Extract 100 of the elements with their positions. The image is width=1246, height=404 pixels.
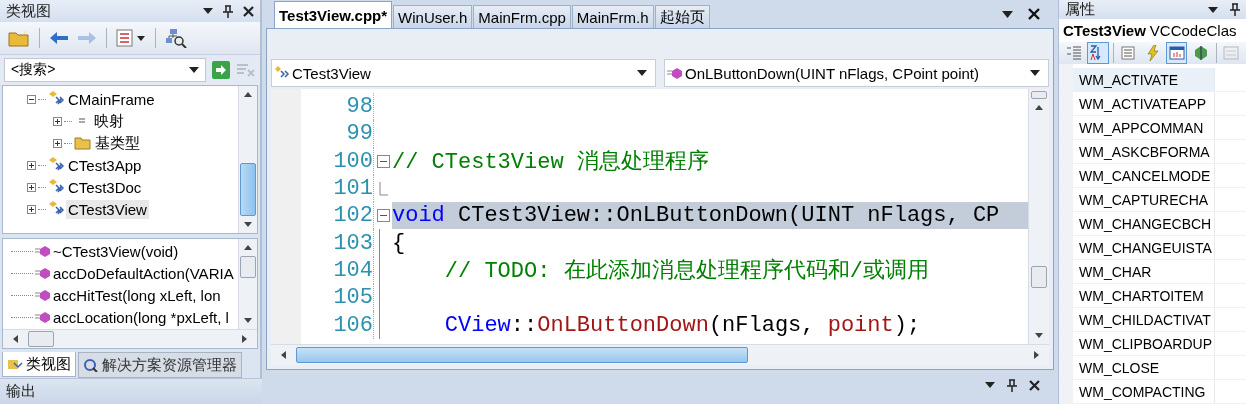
tree-item[interactable]: 映射 — [92, 110, 126, 132]
line-number: 103 — [332, 230, 373, 256]
scroll-thumb[interactable] — [296, 347, 748, 363]
tree-item[interactable]: CTest3View — [66, 199, 149, 219]
scrollbar[interactable] — [3, 329, 257, 348]
scroll-down-arrow-icon[interactable] — [1035, 333, 1043, 338]
dropdown-icon[interactable] — [1002, 10, 1013, 18]
scroll-thumb[interactable] — [1031, 266, 1047, 288]
scroll-left-arrow-icon[interactable] — [281, 351, 286, 359]
expand-icon[interactable] — [53, 116, 62, 126]
expand-icon[interactable] — [27, 160, 36, 170]
pin-icon[interactable] — [1230, 3, 1240, 16]
message-item[interactable]: WM_COMPACTING — [1073, 380, 1215, 403]
list-dropdown-icon[interactable] — [116, 29, 146, 47]
pin-icon[interactable] — [1007, 378, 1017, 392]
message-item[interactable]: WM_CHARTOITEM — [1073, 284, 1215, 307]
close-icon[interactable] — [1028, 8, 1040, 20]
dropdown-icon[interactable] — [637, 70, 647, 76]
scroll-thumb[interactable] — [240, 256, 256, 278]
scroll-down-arrow-icon[interactable] — [244, 318, 252, 323]
back-arrow-icon[interactable] — [49, 31, 69, 45]
code-line: // CTest3View 消息处理程序 — [392, 148, 710, 175]
tree-connector-line — [11, 316, 33, 318]
sort-alpha-icon[interactable] — [1087, 42, 1109, 64]
member-item[interactable]: accLocation(long *pxLeft, l — [53, 308, 229, 326]
scroll-up-arrow-icon[interactable] — [244, 245, 252, 250]
message-item[interactable]: WM_ACTIVATE — [1073, 68, 1215, 91]
document-tab[interactable]: MainFrm.h — [571, 5, 654, 28]
document-tab[interactable]: 起始页 — [654, 5, 710, 28]
collapse-icon[interactable] — [376, 209, 390, 223]
class-icon — [48, 91, 64, 107]
message-item[interactable]: WM_CHANGEUISTA — [1073, 236, 1215, 259]
dropdown-icon[interactable] — [189, 67, 199, 73]
tree-item[interactable]: CTest3Doc — [66, 177, 144, 197]
scroll-right-arrow-icon[interactable] — [1034, 351, 1039, 359]
method-icon — [35, 311, 51, 323]
message-item[interactable]: WM_CLOSE — [1073, 356, 1215, 379]
scroll-up-arrow-icon[interactable] — [1035, 105, 1043, 110]
member-item[interactable]: ~CTest3View(void) — [53, 242, 179, 260]
tree-item[interactable]: CMainFrame — [66, 89, 157, 109]
close-icon[interactable] — [1029, 379, 1040, 391]
expand-icon[interactable] — [53, 138, 62, 148]
class-dropdown[interactable]: CTest3View — [271, 59, 656, 87]
message-item[interactable]: WM_CANCELMODE — [1073, 164, 1215, 187]
scroll-up-arrow-icon[interactable] — [244, 92, 252, 97]
class-icon — [48, 201, 64, 217]
dropdown-icon[interactable] — [1208, 6, 1218, 13]
tree-connector-line — [38, 186, 46, 188]
class-view-icon — [7, 357, 23, 371]
scrollbar[interactable] — [271, 344, 1049, 365]
member-item[interactable]: accDoDefaultAction(VARIA — [53, 264, 234, 282]
search-field[interactable]: <搜索> — [4, 58, 206, 82]
message-item[interactable]: WM_CHILDACTIVAT — [1073, 308, 1215, 331]
collapse-icon[interactable] — [376, 154, 390, 168]
expand-icon[interactable] — [27, 204, 36, 214]
tree-item[interactable]: CTest3App — [66, 155, 144, 175]
class-diagram-icon[interactable] — [165, 28, 187, 48]
dropdown-icon[interactable] — [985, 382, 995, 388]
message-item[interactable]: WM_ACTIVATEAPP — [1073, 92, 1215, 115]
member-dropdown[interactable]: OnLButtonDown(UINT nFlags, CPoint point) — [664, 59, 1049, 87]
scrollbar[interactable] — [238, 239, 257, 329]
message-item[interactable]: WM_CHAR — [1073, 260, 1215, 283]
tree-item[interactable]: 基类型 — [93, 132, 142, 154]
member-item[interactable]: accHitTest(long xLeft, lon — [53, 286, 221, 304]
message-item[interactable]: WM_CAPTURECHA — [1073, 188, 1215, 211]
close-icon[interactable] — [243, 5, 254, 17]
message-item[interactable]: WM_CLIPBOARDUP — [1073, 332, 1215, 355]
dropdown-icon[interactable] — [1030, 70, 1040, 76]
pin-icon[interactable] — [223, 4, 233, 18]
object-type: VCCodeClas — [1149, 22, 1237, 39]
scrollbar[interactable] — [1028, 89, 1049, 344]
expand-icon[interactable] — [27, 182, 36, 192]
window-icon[interactable] — [1166, 42, 1188, 64]
collapse-icon[interactable] — [27, 94, 36, 104]
scroll-thumb[interactable] — [28, 331, 54, 347]
panel-title: 输出 — [6, 382, 36, 401]
line-number: 100 — [332, 148, 373, 174]
line-number: 104 — [332, 257, 373, 283]
method-icon — [35, 245, 51, 257]
document-tab[interactable]: WinUser.h — [393, 5, 473, 28]
splitter-handle[interactable] — [1031, 91, 1047, 99]
message-item[interactable]: WM_APPCOMMAN — [1073, 116, 1215, 139]
scroll-down-arrow-icon[interactable] — [244, 222, 252, 227]
document-tab[interactable]: MainFrm.cpp — [473, 5, 571, 28]
scroll-right-arrow-icon[interactable] — [242, 335, 247, 343]
message-item[interactable]: WM_ASKCBFORMA — [1073, 140, 1215, 163]
tree-connector-line — [11, 272, 33, 274]
method-icon — [667, 67, 683, 79]
panel-tab[interactable]: 类视图 — [2, 352, 76, 377]
scroll-thumb[interactable] — [240, 163, 256, 216]
dropdown-icon[interactable] — [203, 8, 213, 14]
scroll-left-arrow-icon[interactable] — [13, 335, 18, 343]
panel-tab[interactable]: 解决方案资源管理器 — [78, 352, 242, 378]
scrollbar[interactable] — [238, 86, 257, 233]
line-number: 101 — [332, 176, 373, 202]
folder-icon — [74, 136, 91, 150]
message-item[interactable]: WM_CHANGECBCH — [1073, 212, 1215, 235]
tree-connector-line — [64, 120, 72, 122]
document-tab[interactable]: Test3View.cpp* — [274, 1, 393, 28]
tree-connector-line — [38, 164, 46, 166]
